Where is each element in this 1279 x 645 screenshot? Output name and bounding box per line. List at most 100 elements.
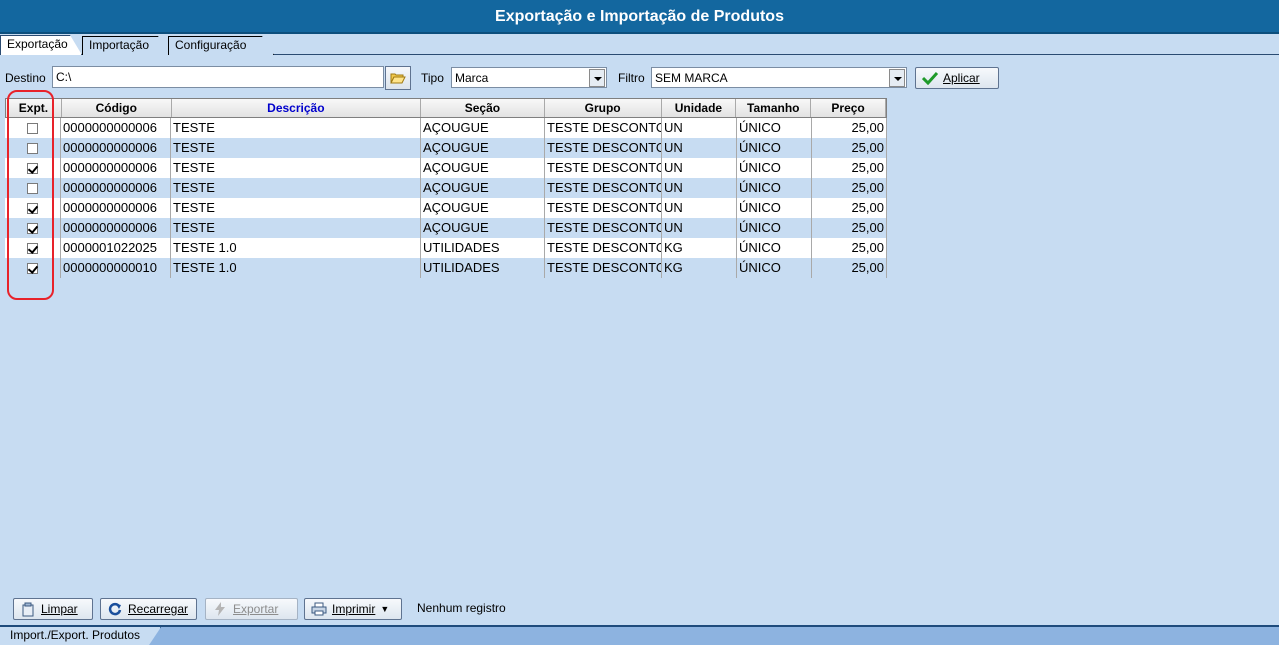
cell-codigo: 0000000000006	[61, 218, 171, 238]
cell-grupo: TESTE DESCONTO	[545, 158, 662, 178]
status-tab[interactable]: Import./Export. Produtos	[0, 627, 161, 645]
col-preco[interactable]: Preço	[811, 99, 886, 117]
cell-expt	[5, 158, 61, 178]
export-checkbox[interactable]	[27, 122, 38, 134]
limpar-label: Limpar	[41, 602, 78, 616]
cell-expt	[5, 258, 61, 278]
tipo-value: Marca	[455, 71, 489, 85]
cell-tamanho: ÚNICO	[737, 158, 812, 178]
cell-unidade: KG	[662, 258, 737, 278]
cell-descricao: TESTE	[171, 198, 421, 218]
cell-unidade: UN	[662, 178, 737, 198]
tab-importacao[interactable]: Importação	[82, 36, 170, 55]
col-codigo[interactable]: Código	[62, 99, 172, 117]
table-row[interactable]: 0000000000006 TESTE AÇOUGUE TESTE DESCONTO U…	[5, 198, 887, 218]
cell-descricao: TESTE 1.0	[171, 238, 421, 258]
table-row[interactable]: 0000000000006 TESTE AÇOUGUE TESTE DESCONTO U…	[5, 178, 887, 198]
export-checkbox[interactable]	[27, 202, 38, 214]
aplicar-button[interactable]: Aplicar	[915, 67, 999, 89]
cell-secao: AÇOUGUE	[421, 198, 545, 218]
tab-label: Exportação	[7, 37, 68, 51]
clear-icon	[20, 601, 36, 617]
tab-configuracao[interactable]: Configuração	[168, 36, 274, 55]
table-row[interactable]: 0000000000010 TESTE 1.0 UTILIDADES TESTE DE…	[5, 258, 887, 278]
cell-unidade: UN	[662, 118, 737, 138]
cell-preco: 25,00	[812, 198, 887, 218]
tab-label: Importação	[89, 38, 150, 52]
table-row[interactable]: 0000000000006 TESTE AÇOUGUE TESTE DESCONTO U…	[5, 118, 887, 138]
recarregar-label: Recarregar	[128, 602, 189, 616]
tab-strip: Exportação Importação Configuração	[0, 34, 1279, 55]
table-row[interactable]: 0000000000006 TESTE AÇOUGUE TESTE DESCONTO U…	[5, 158, 887, 178]
cell-unidade: UN	[662, 218, 737, 238]
cell-expt	[5, 138, 61, 158]
export-checkbox[interactable]	[27, 262, 38, 274]
imprimir-button[interactable]: Imprimir ▼	[304, 598, 402, 620]
col-descricao[interactable]: Descrição	[172, 99, 422, 117]
printer-icon	[311, 601, 327, 617]
cell-preco: 25,00	[812, 138, 887, 158]
table-row[interactable]: 0000000000006 TESTE AÇOUGUE TESTE DESCONTO U…	[5, 218, 887, 238]
lightning-icon	[212, 601, 228, 617]
cell-preco: 25,00	[812, 238, 887, 258]
cell-tamanho: ÚNICO	[737, 138, 812, 158]
cell-preco: 25,00	[812, 158, 887, 178]
table-row[interactable]: 0000000000006 TESTE AÇOUGUE TESTE DESCONTO U…	[5, 138, 887, 158]
cell-expt	[5, 198, 61, 218]
cell-grupo: TESTE DESCONTO	[545, 118, 662, 138]
grid-body: 0000000000006 TESTE AÇOUGUE TESTE DESCONTO U…	[5, 118, 887, 278]
cell-secao: AÇOUGUE	[421, 158, 545, 178]
reload-icon	[107, 601, 123, 617]
destino-label: Destino	[5, 71, 46, 85]
cell-grupo: TESTE DESCONTO	[545, 138, 662, 158]
cell-secao: AÇOUGUE	[421, 218, 545, 238]
cell-tamanho: ÚNICO	[737, 218, 812, 238]
cell-descricao: TESTE	[171, 178, 421, 198]
cell-expt	[5, 118, 61, 138]
cell-secao: AÇOUGUE	[421, 118, 545, 138]
folder-open-icon	[390, 73, 406, 84]
cell-tamanho: ÚNICO	[737, 258, 812, 278]
tab-exportacao[interactable]: Exportação	[0, 35, 82, 55]
dropdown-arrow-icon[interactable]: ▼	[380, 599, 389, 619]
cell-secao: UTILIDADES	[421, 258, 545, 278]
export-checkbox[interactable]	[27, 242, 38, 254]
cell-unidade: UN	[662, 158, 737, 178]
export-checkbox[interactable]	[27, 142, 38, 154]
cell-grupo: TESTE DESCONTO	[545, 218, 662, 238]
browse-folder-button[interactable]	[385, 66, 411, 90]
export-checkbox[interactable]	[27, 162, 38, 174]
cell-preco: 25,00	[812, 118, 887, 138]
cell-descricao: TESTE	[171, 138, 421, 158]
col-grupo[interactable]: Grupo	[545, 99, 662, 117]
tipo-label: Tipo	[421, 71, 444, 85]
chevron-down-icon[interactable]	[889, 69, 905, 87]
filtro-select[interactable]: SEM MARCA	[651, 67, 907, 88]
window-title: Exportação e Importação de Produtos	[0, 0, 1279, 34]
status-message: Nenhum registro	[417, 601, 506, 615]
destino-field[interactable]: C:\	[52, 66, 384, 88]
export-checkbox[interactable]	[27, 222, 38, 234]
limpar-button[interactable]: Limpar	[13, 598, 93, 620]
exportar-button[interactable]: Exportar	[205, 598, 298, 620]
recarregar-button[interactable]: Recarregar	[100, 598, 197, 620]
products-grid: Expt. Código Descrição Seção Grupo Unida…	[5, 98, 887, 278]
table-row[interactable]: 0000001022025 TESTE 1.0 UTILIDADES TESTE DE…	[5, 238, 887, 258]
cell-codigo: 0000000000010	[61, 258, 171, 278]
export-checkbox[interactable]	[27, 182, 38, 194]
col-unidade[interactable]: Unidade	[662, 99, 737, 117]
filtro-value: SEM MARCA	[655, 71, 728, 85]
col-expt[interactable]: Expt.	[6, 99, 62, 117]
col-tamanho[interactable]: Tamanho	[736, 99, 812, 117]
cell-tamanho: ÚNICO	[737, 118, 812, 138]
tipo-select[interactable]: Marca	[451, 67, 607, 88]
cell-unidade: UN	[662, 198, 737, 218]
cell-descricao: TESTE	[171, 158, 421, 178]
chevron-down-icon[interactable]	[589, 69, 605, 87]
cell-preco: 25,00	[812, 258, 887, 278]
cell-grupo: TESTE DESCONTO	[545, 198, 662, 218]
col-secao[interactable]: Seção	[421, 99, 545, 117]
cell-unidade: UN	[662, 138, 737, 158]
cell-secao: AÇOUGUE	[421, 138, 545, 158]
status-bar: Import./Export. Produtos	[0, 625, 1279, 645]
